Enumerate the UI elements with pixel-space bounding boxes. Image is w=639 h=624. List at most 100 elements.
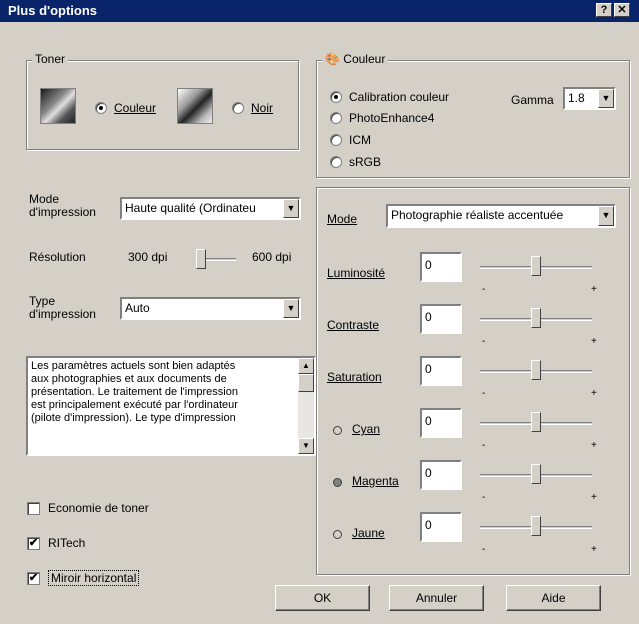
adjust-value-5: 0: [425, 518, 432, 532]
calibration-label[interactable]: Calibration couleur: [349, 90, 449, 104]
toner-legend: Toner: [32, 52, 69, 66]
adjust-value-1: 0: [425, 310, 432, 324]
adjust-label-3: Cyan: [352, 422, 381, 436]
plus-tick: +: [591, 388, 597, 399]
adjust-input-0[interactable]: 0: [420, 252, 462, 282]
description-box: Les paramètres actuels sont bien adaptés…: [26, 356, 316, 456]
type-label-line2: d'impression: [29, 307, 96, 321]
description-text: Les paramètres actuels sont bien adaptés…: [31, 360, 238, 424]
resolution-label: Résolution: [29, 250, 86, 264]
couleur-legend: Couleur: [343, 52, 386, 66]
adjust-slider-5[interactable]: [531, 516, 541, 536]
adjust-slider-2[interactable]: [531, 360, 541, 380]
photoenhance-radio[interactable]: [330, 112, 342, 124]
adjust-slider-0[interactable]: [531, 256, 541, 276]
adjust-value-2: 0: [425, 362, 432, 376]
scroll-thumb[interactable]: [298, 374, 314, 392]
adjust-input-4[interactable]: 0: [420, 460, 462, 490]
adjust-label-1: Contraste: [327, 318, 380, 332]
toner-mono-radio[interactable]: [232, 102, 244, 114]
type-impression-select[interactable]: Auto ▼: [120, 297, 301, 320]
adjust-label-0: Luminosité: [327, 266, 386, 280]
plus-tick: +: [591, 492, 597, 503]
couleur-legend-wrap: 🎨 Couleur: [322, 52, 389, 66]
adjust-value-3: 0: [425, 414, 432, 428]
adjust-label-2: Saturation: [327, 370, 382, 384]
adjust-slider-3[interactable]: [531, 412, 541, 432]
type-impression-label: Type d'impression: [29, 295, 96, 321]
miroir-label[interactable]: Miroir horizontal: [48, 570, 140, 586]
help-button[interactable]: Aide: [506, 585, 601, 611]
resolution-max: 600 dpi: [252, 250, 292, 264]
adjust-mode-select[interactable]: Photographie réaliste accentuée ▼: [386, 204, 616, 228]
chevron-down-icon[interactable]: ▼: [283, 299, 299, 318]
adjust-label-4: Magenta: [352, 474, 399, 488]
color-dot-icon: [333, 530, 342, 539]
gamma-value: 1.8: [568, 91, 585, 105]
minus-tick: -: [482, 544, 486, 555]
adjust-value-4: 0: [425, 466, 432, 480]
adjust-slider-4[interactable]: [531, 464, 541, 484]
srgb-label[interactable]: sRGB: [349, 155, 381, 169]
plus-tick: +: [591, 544, 597, 555]
calibration-radio[interactable]: [330, 91, 342, 103]
icm-radio[interactable]: [330, 134, 342, 146]
mode-impression-select[interactable]: Haute qualité (Ordinateu ▼: [120, 197, 301, 220]
minus-tick: -: [482, 440, 486, 451]
color-toner-icon: [40, 88, 76, 124]
adjust-input-1[interactable]: 0: [420, 304, 462, 334]
ritech-label[interactable]: RITech: [48, 536, 85, 550]
srgb-radio[interactable]: [330, 156, 342, 168]
chevron-down-icon[interactable]: ▼: [283, 199, 299, 218]
plus-tick: +: [591, 284, 597, 295]
help-title-button[interactable]: ?: [596, 3, 612, 17]
mode-label-line1: Mode: [29, 192, 60, 206]
adjust-mode-value: Photographie réaliste accentuée: [391, 208, 564, 222]
plus-tick: +: [591, 440, 597, 451]
economie-label[interactable]: Economie de toner: [48, 501, 149, 515]
cancel-button[interactable]: Annuler: [389, 585, 484, 611]
adjust-label-5: Jaune: [352, 526, 385, 540]
adjust-value-0: 0: [425, 258, 432, 272]
adjust-slider-1[interactable]: [531, 308, 541, 328]
scroll-down-icon[interactable]: ▼: [298, 438, 314, 454]
economie-checkbox[interactable]: [27, 502, 40, 515]
color-dot-icon: [333, 478, 342, 487]
chevron-down-icon[interactable]: ▼: [598, 206, 614, 226]
adjust-input-3[interactable]: 0: [420, 408, 462, 438]
miroir-checkbox[interactable]: ✔: [27, 572, 40, 585]
adjust-mode-label: Mode: [327, 212, 358, 226]
minus-tick: -: [482, 388, 486, 399]
minus-tick: -: [482, 284, 486, 295]
mode-impression-label: Mode d'impression: [29, 193, 96, 219]
toner-mono-label[interactable]: Noir: [251, 101, 273, 115]
ok-button[interactable]: OK: [275, 585, 370, 611]
plus-tick: +: [591, 336, 597, 347]
icm-label[interactable]: ICM: [349, 133, 371, 147]
description-scrollbar[interactable]: ▲ ▼: [298, 358, 314, 454]
mode-impression-value: Haute qualité (Ordinateu: [125, 201, 256, 215]
toner-color-radio[interactable]: [95, 102, 107, 114]
title-bar: Plus d'options ? ✕: [0, 0, 639, 22]
minus-tick: -: [482, 336, 486, 347]
close-button[interactable]: ✕: [614, 3, 630, 17]
adjust-input-2[interactable]: 0: [420, 356, 462, 386]
photoenhance-label[interactable]: PhotoEnhance4: [349, 111, 434, 125]
palette-icon: 🎨: [325, 52, 340, 66]
scroll-up-icon[interactable]: ▲: [298, 358, 314, 374]
resolution-min: 300 dpi: [128, 250, 168, 264]
type-impression-value: Auto: [125, 301, 150, 315]
mono-toner-icon: [177, 88, 213, 124]
gamma-select[interactable]: 1.8 ▼: [563, 87, 616, 110]
resolution-slider[interactable]: [196, 249, 206, 269]
mode-label-line2: d'impression: [29, 205, 96, 219]
chevron-down-icon[interactable]: ▼: [598, 89, 614, 108]
toner-color-label[interactable]: Couleur: [114, 101, 156, 115]
window-title: Plus d'options: [8, 3, 98, 18]
color-dot-icon: [333, 426, 342, 435]
ritech-checkbox[interactable]: ✔: [27, 537, 40, 550]
adjust-input-5[interactable]: 0: [420, 512, 462, 542]
minus-tick: -: [482, 492, 486, 503]
type-label-line1: Type: [29, 294, 56, 308]
gamma-label: Gamma: [511, 93, 554, 107]
